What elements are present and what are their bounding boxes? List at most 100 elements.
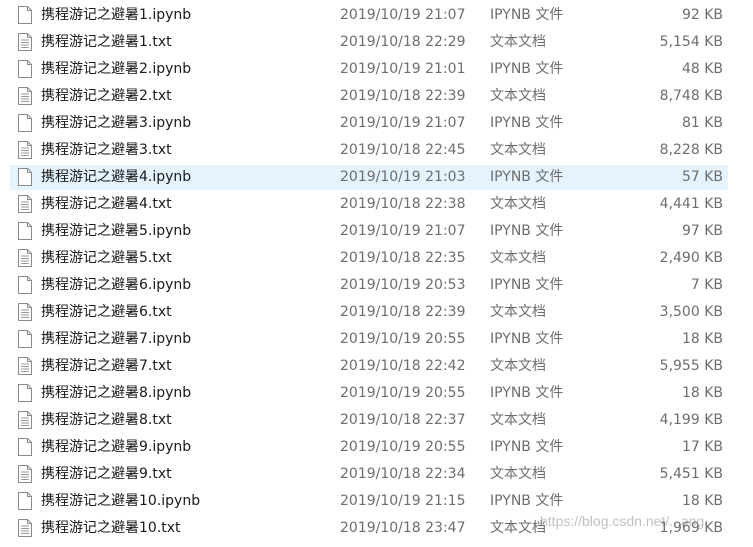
file-type: IPYNB 文件 [490, 169, 564, 185]
file-modified-date: 2019/10/18 22:38 [340, 196, 466, 212]
text-file-icon [18, 357, 32, 375]
text-file-icon [18, 195, 32, 213]
file-size: 8,748 KB [659, 88, 723, 104]
file-row[interactable]: 携程游记之避暑1.ipynb 2019/10/19 21:07 IPYNB 文件 92… [0, 2, 753, 29]
file-modified-date: 2019/10/18 22:45 [340, 142, 466, 158]
file-name[interactable]: 携程游记之避暑5.txt [41, 245, 172, 272]
file-row[interactable]: 携程游记之避暑5.txt 2019/10/18 22:35 文本文档 2,490 KB [0, 245, 753, 272]
file-type: 文本文档 [490, 358, 546, 374]
file-modified-date: 2019/10/18 22:29 [340, 34, 466, 50]
file-name[interactable]: 携程游记之避暑6.txt [41, 299, 172, 326]
file-name[interactable]: 携程游记之避暑8.ipynb [41, 380, 191, 407]
file-type: 文本文档 [490, 412, 546, 428]
file-size: 17 KB [681, 439, 723, 455]
file-size: 48 KB [681, 61, 723, 77]
file-name[interactable]: 携程游记之避暑9.ipynb [41, 434, 191, 461]
file-row[interactable]: 携程游记之避暑3.ipynb 2019/10/19 21:07 IPYNB 文件 81… [0, 110, 753, 137]
file-name[interactable]: 携程游记之避暑2.ipynb [41, 56, 191, 83]
file-name[interactable]: 携程游记之避暑9.txt [41, 461, 172, 488]
file-size: 3,500 KB [659, 304, 723, 320]
file-type: IPYNB 文件 [490, 223, 564, 239]
file-name[interactable]: 携程游记之避暑1.ipynb [41, 2, 191, 29]
text-file-icon [18, 303, 32, 321]
file-row[interactable]: 携程游记之避暑9.txt 2019/10/18 22:34 文本文档 5,451 KB [0, 461, 753, 488]
file-row[interactable]: 携程游记之避暑1.txt 2019/10/18 22:29 文本文档 5,154 KB [0, 29, 753, 56]
file-type: 文本文档 [490, 520, 546, 536]
file-size: 2,490 KB [659, 250, 723, 266]
file-modified-date: 2019/10/18 23:47 [340, 520, 466, 536]
file-row[interactable]: 携程游记之避暑8.ipynb 2019/10/19 20:55 IPYNB 文件 18… [0, 380, 753, 407]
file-row[interactable]: 携程游记之避暑7.ipynb 2019/10/19 20:55 IPYNB 文件 18… [0, 326, 753, 353]
file-name[interactable]: 携程游记之避暑1.txt [41, 29, 172, 56]
file-name[interactable]: 携程游记之避暑8.txt [41, 407, 172, 434]
file-size: 18 KB [681, 493, 723, 509]
file-row[interactable]: 携程游记之避暑2.ipynb 2019/10/19 21:01 IPYNB 文件 48… [0, 56, 753, 83]
file-type: IPYNB 文件 [490, 7, 564, 23]
file-name[interactable]: 携程游记之避暑5.ipynb [41, 218, 191, 245]
file-type: IPYNB 文件 [490, 277, 564, 293]
file-name[interactable]: 携程游记之避暑2.txt [41, 83, 172, 110]
text-file-icon [18, 249, 32, 267]
file-modified-date: 2019/10/19 20:53 [340, 277, 466, 293]
file-row[interactable]: 携程游记之避暑6.ipynb 2019/10/19 20:53 IPYNB 文件 7 … [0, 272, 753, 299]
file-name[interactable]: 携程游记之避暑7.ipynb [41, 326, 191, 353]
file-type: 文本文档 [490, 466, 546, 482]
file-name[interactable]: 携程游记之避暑3.ipynb [41, 110, 191, 137]
file-row[interactable]: 携程游记之避暑10.ipynb 2019/10/19 21:15 IPYNB 文件 1… [0, 488, 753, 515]
file-name[interactable]: 携程游记之避暑10.ipynb [41, 488, 200, 515]
file-size: 4,199 KB [659, 412, 723, 428]
file-size: 92 KB [681, 7, 723, 23]
file-row[interactable]: 携程游记之避暑4.ipynb 2019/10/19 21:03 IPYNB 文件 57… [0, 164, 753, 191]
text-file-icon [18, 87, 32, 105]
file-modified-date: 2019/10/19 20:55 [340, 385, 466, 401]
file-name[interactable]: 携程游记之避暑4.txt [41, 191, 172, 218]
file-modified-date: 2019/10/18 22:37 [340, 412, 466, 428]
file-size: 81 KB [681, 115, 723, 131]
file-type: IPYNB 文件 [490, 115, 564, 131]
file-modified-date: 2019/10/19 21:03 [340, 169, 466, 185]
file-modified-date: 2019/10/19 20:55 [340, 439, 466, 455]
file-size: 5,451 KB [659, 466, 723, 482]
file-row[interactable]: 携程游记之避暑6.txt 2019/10/18 22:39 文本文档 3,500 KB [0, 299, 753, 326]
file-type: 文本文档 [490, 250, 546, 266]
file-size: 57 KB [681, 169, 723, 185]
file-row[interactable]: 携程游记之避暑7.txt 2019/10/18 22:42 文本文档 5,955 KB [0, 353, 753, 380]
file-type: 文本文档 [490, 142, 546, 158]
file-size: 5,955 KB [659, 358, 723, 374]
ipynb-file-icon [18, 6, 32, 24]
file-name[interactable]: 携程游记之避暑10.txt [41, 515, 181, 542]
ipynb-file-icon [18, 492, 32, 510]
file-modified-date: 2019/10/19 21:07 [340, 115, 466, 131]
file-modified-date: 2019/10/18 22:39 [340, 304, 466, 320]
file-row[interactable]: 携程游记之避暑4.txt 2019/10/18 22:38 文本文档 4,441 KB [0, 191, 753, 218]
file-row[interactable]: 携程游记之避暑2.txt 2019/10/18 22:39 文本文档 8,748 KB [0, 83, 753, 110]
file-row[interactable]: 携程游记之避暑10.txt 2019/10/18 23:47 文本文档 1,969 K… [0, 515, 753, 542]
file-modified-date: 2019/10/19 21:07 [340, 7, 466, 23]
ipynb-file-icon [18, 222, 32, 240]
file-name[interactable]: 携程游记之避暑4.ipynb [41, 164, 191, 191]
file-row[interactable]: 携程游记之避暑8.txt 2019/10/18 22:37 文本文档 4,199 KB [0, 407, 753, 434]
ipynb-file-icon [18, 384, 32, 402]
file-modified-date: 2019/10/18 22:35 [340, 250, 466, 266]
ipynb-file-icon [18, 330, 32, 348]
file-name[interactable]: 携程游记之避暑6.ipynb [41, 272, 191, 299]
file-modified-date: 2019/10/18 22:39 [340, 88, 466, 104]
file-size: 7 KB [690, 277, 723, 293]
file-row[interactable]: 携程游记之避暑5.ipynb 2019/10/19 21:07 IPYNB 文件 97… [0, 218, 753, 245]
text-file-icon [18, 411, 32, 429]
file-name[interactable]: 携程游记之避暑3.txt [41, 137, 172, 164]
file-type: IPYNB 文件 [490, 439, 564, 455]
file-modified-date: 2019/10/18 22:42 [340, 358, 466, 374]
file-row[interactable]: 携程游记之避暑3.txt 2019/10/18 22:45 文本文档 8,228 KB [0, 137, 753, 164]
file-name[interactable]: 携程游记之避暑7.txt [41, 353, 172, 380]
file-modified-date: 2019/10/19 21:01 [340, 61, 466, 77]
file-size: 97 KB [681, 223, 723, 239]
file-type: 文本文档 [490, 34, 546, 50]
text-file-icon [18, 33, 32, 51]
file-list: 携程游记之避暑1.ipynb 2019/10/19 21:07 IPYNB 文件 92… [0, 2, 753, 542]
file-type: IPYNB 文件 [490, 331, 564, 347]
file-row[interactable]: 携程游记之避暑9.ipynb 2019/10/19 20:55 IPYNB 文件 17… [0, 434, 753, 461]
file-type: IPYNB 文件 [490, 61, 564, 77]
file-modified-date: 2019/10/19 20:55 [340, 331, 466, 347]
file-modified-date: 2019/10/18 22:34 [340, 466, 466, 482]
